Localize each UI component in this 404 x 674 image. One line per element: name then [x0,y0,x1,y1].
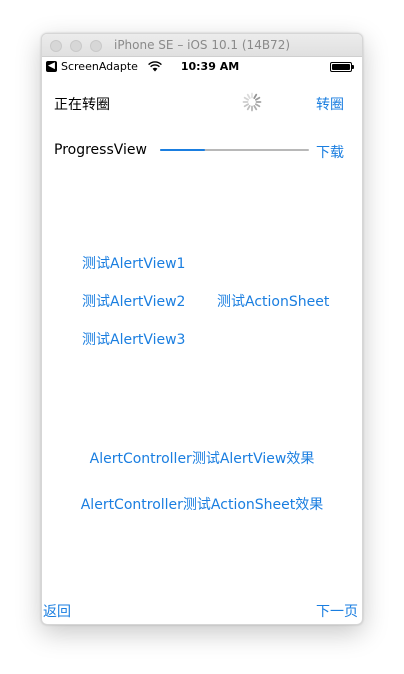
spinner-spoke [253,104,258,111]
simulator-window: iPhone SE – iOS 10.1 (14B72) ◀ ScreenAda… [41,33,363,625]
alert-controller-action-sheet-button[interactable]: AlertController测试ActionSheet效果 [42,494,362,514]
download-button[interactable]: 下载 [316,142,344,162]
test-alert-view-3-button[interactable]: 测试AlertView3 [82,329,185,349]
battery-icon [330,62,354,72]
test-alert-view-2-button[interactable]: 测试AlertView2 [82,291,185,311]
alert-controller-alert-view-button[interactable]: AlertController测试AlertView效果 [42,448,362,468]
progress-view-label: ProgressView [54,142,147,158]
window-title: iPhone SE – iOS 10.1 (14B72) [113,38,291,52]
spinner-spoke [243,96,250,101]
back-button[interactable]: 返回 [43,601,71,621]
spinner-spoke [243,103,250,108]
spinner-spoke [246,104,251,111]
spinner-spoke [254,103,261,108]
spinner-spoke [246,93,251,100]
progress-bar [160,149,309,151]
ios-status-bar: ◀ ScreenAdapte 10:39 AM [42,57,362,77]
test-alert-view-1-button[interactable]: 测试AlertView1 [82,253,185,273]
spinner-status-label: 正在转圈 [54,97,110,113]
activity-spinner-icon [242,92,262,112]
status-time: 10:39 AM [180,60,240,73]
spinner-spoke [253,93,258,100]
next-page-button[interactable]: 下一页 [316,601,358,621]
spin-button[interactable]: 转圈 [316,94,344,114]
progress-bar-fill [160,149,205,151]
window-titlebar: iPhone SE – iOS 10.1 (14B72) [42,34,362,57]
spinner-spoke [254,96,261,101]
test-action-sheet-button[interactable]: 测试ActionSheet [217,291,329,311]
